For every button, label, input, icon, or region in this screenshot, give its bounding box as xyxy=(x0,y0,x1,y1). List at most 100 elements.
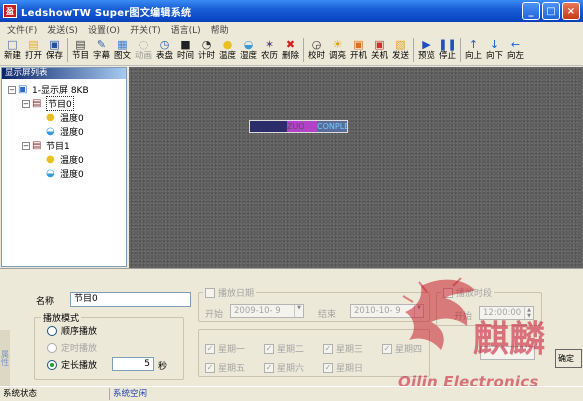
fixed-length-seconds-input[interactable]: 5 xyxy=(112,357,154,371)
menu-file[interactable]: 文件(F) xyxy=(2,23,42,36)
toolbar-button-temperature[interactable]: ● 温度 xyxy=(217,36,238,66)
weekday-checkbox[interactable]: ✓ 星期六 xyxy=(264,361,304,374)
toolbar-button-move-left[interactable]: ← 向左 xyxy=(505,36,526,66)
toolbar-button-send[interactable]: ▧ 发送 xyxy=(390,36,411,66)
tree-item[interactable]: ◒ 湿度0 xyxy=(36,167,84,180)
timer-icon: ◔ xyxy=(201,38,212,51)
mode-timed-label: 定时播放 xyxy=(61,344,98,354)
weekday-checkbox[interactable]: ✓ 星期日 xyxy=(323,361,363,374)
toolbar-button-clock-dial[interactable]: ◷ 表盘 xyxy=(154,36,175,66)
toolbar-button-calibrate-time[interactable]: ◶ 校时 xyxy=(306,36,327,66)
checkbox-checked-icon: ✓ xyxy=(264,343,274,354)
time-period-checkbox[interactable]: 播放时段 xyxy=(441,286,495,299)
checkbox-checked-icon: ✓ xyxy=(205,343,215,354)
toolbar-label: 预览 xyxy=(417,51,435,61)
schedule-date-checkbox[interactable]: 播放日期 xyxy=(203,286,257,299)
date-dropdown-icon[interactable]: ▼ xyxy=(294,305,303,317)
toolbar-button-animation[interactable]: ◌ 动画 xyxy=(133,36,154,66)
toolbar-label: 发送 xyxy=(391,51,409,61)
program-preview-block[interactable]: ZUO CONPLE xyxy=(249,120,348,133)
tree-item-label: 温度0 xyxy=(60,114,84,124)
toolbar-button-preview-play[interactable]: ▶ 预览 xyxy=(416,36,437,66)
open-folder-icon: ▤ xyxy=(28,38,39,51)
toolbar-button-humidity[interactable]: ◒ 湿度 xyxy=(238,36,259,66)
toolbar-separator xyxy=(301,36,306,64)
menu-help[interactable]: 帮助 xyxy=(206,23,234,36)
tree-item[interactable]: − ▣ 1-显示屏 8KB xyxy=(8,83,89,96)
tree-item[interactable]: − ▤ 节目0 xyxy=(22,96,74,111)
mode-sequential-radio[interactable]: 顺序播放 xyxy=(47,324,97,337)
minimize-button[interactable]: _ xyxy=(522,2,540,20)
program-name-input[interactable]: 节目0 xyxy=(70,292,191,307)
time-icon: ■ xyxy=(180,38,191,51)
tree-collapse-toggle[interactable]: − xyxy=(22,99,30,108)
toolbar-label: 向上 xyxy=(464,51,482,61)
close-button[interactable]: × xyxy=(562,2,580,20)
toolbar-button-power-off[interactable]: ▣ 关机 xyxy=(369,36,390,66)
properties-side-tab[interactable]: 属性 xyxy=(0,330,10,386)
toolbar-label: 表盘 xyxy=(155,51,173,61)
toolbar-button-caption[interactable]: ✎ 字幕 xyxy=(91,36,112,66)
temperature-icon: ● xyxy=(222,38,233,51)
display-list-panel: 显示屏列表 − ▣ 1-显示屏 8KB − ▤ 节目0 ● 温度0 ◒ 湿度0− ▤ 节目1 ● 温度0 ◒… xyxy=(1,67,127,267)
send-icon: ▧ xyxy=(395,38,406,51)
toolbar-button-image-text[interactable]: ▦ 图文 xyxy=(112,36,133,66)
toolbar-button-move-up[interactable]: ↑ 向上 xyxy=(463,36,484,66)
maximize-button[interactable]: □ xyxy=(542,2,560,20)
weekday-checkbox[interactable]: ✓ 星期二 xyxy=(264,342,304,355)
toolbar-label: 湿度 xyxy=(239,51,257,61)
toolbar-button-lunar-calendar[interactable]: ✶ 农历 xyxy=(259,36,280,66)
toolbar-button-program[interactable]: ▤ 节目 xyxy=(70,36,91,66)
toolbar-separator xyxy=(65,36,70,64)
toolbar-button-time[interactable]: ■ 时间 xyxy=(175,36,196,66)
end-date-picker[interactable]: 2010-10- 9 ▼ xyxy=(350,304,424,318)
toolbar-button-save-disk[interactable]: ▣ 保存 xyxy=(44,36,65,66)
toolbar-button-new-file[interactable]: □ 新建 xyxy=(2,36,23,66)
title-bar[interactable]: 盈 LedshowTW Super图文编辑系统 _ □ × xyxy=(0,0,583,22)
tree-item-label: 温度0 xyxy=(60,156,84,166)
mode-fixed-length-radio[interactable]: 定长播放 xyxy=(47,358,97,371)
tree-item-label: 湿度0 xyxy=(60,128,84,138)
toolbar-button-open-folder[interactable]: ▤ 打开 xyxy=(23,36,44,66)
program-icon: ▤ xyxy=(75,38,86,51)
time-spin-icon[interactable]: ▲ ▼ xyxy=(524,307,533,319)
tree-item[interactable]: − ▤ 节目1 xyxy=(22,139,70,152)
start-time-picker[interactable]: 12:00:00 ▲ ▼ xyxy=(479,306,534,320)
start-time-value: 12:00:00 xyxy=(483,308,522,318)
tree-collapse-toggle[interactable]: − xyxy=(22,141,30,150)
clock-dial-icon: ◷ xyxy=(159,38,170,51)
date-dropdown-icon[interactable]: ▼ xyxy=(414,305,423,317)
tree-collapse-toggle[interactable]: − xyxy=(8,85,16,94)
toolbar-button-timer[interactable]: ◔ 计时 xyxy=(196,36,217,66)
app-logo-icon[interactable]: 盈 xyxy=(3,4,17,18)
toolbar-label: 农历 xyxy=(260,51,278,61)
mode-timed-radio[interactable]: 定时播放 xyxy=(47,341,97,354)
start-date-picker[interactable]: 2009-10- 9 ▼ xyxy=(230,304,304,318)
tree-item[interactable]: ● 温度0 xyxy=(36,111,84,124)
toolbar-button-stop[interactable]: ❚❚ 停止 xyxy=(437,36,458,66)
toolbar-label: 计时 xyxy=(197,51,215,61)
end-time-picker[interactable] xyxy=(480,346,535,360)
toolbar-button-delete[interactable]: ✖ 删除 xyxy=(280,36,301,66)
toolbar-button-power-on[interactable]: ▣ 开机 xyxy=(348,36,369,66)
menu-settings[interactable]: 设置(O) xyxy=(83,23,125,36)
menu-switch[interactable]: 开关(T) xyxy=(125,23,166,36)
start-time-label: 开始 xyxy=(454,312,473,322)
weekday-checkbox[interactable]: ✓ 星期四 xyxy=(382,342,422,355)
toolbar-label: 保存 xyxy=(45,51,63,61)
toolbar-button-move-down[interactable]: ↓ 向下 xyxy=(484,36,505,66)
confirm-button[interactable]: 确定 xyxy=(555,349,582,368)
end-date-label: 结束 xyxy=(318,310,337,320)
menu-send[interactable]: 发送(S) xyxy=(42,23,83,36)
menu-language[interactable]: 语言(L) xyxy=(166,23,206,36)
weekday-checkbox[interactable]: ✓ 星期五 xyxy=(205,361,245,374)
animation-icon: ◌ xyxy=(138,38,149,51)
tree-item[interactable]: ● 温度0 xyxy=(36,153,84,166)
weekday-checkbox[interactable]: ✓ 星期三 xyxy=(323,342,363,355)
tree-item[interactable]: ◒ 湿度0 xyxy=(36,125,84,138)
play-mode-title: 播放模式 xyxy=(41,311,82,324)
edit-canvas[interactable] xyxy=(129,67,583,268)
toolbar-button-brightness[interactable]: ☀ 调亮 xyxy=(327,36,348,66)
weekday-checkbox[interactable]: ✓ 星期一 xyxy=(205,342,245,355)
display-screen-icon: ▣ xyxy=(18,83,28,95)
